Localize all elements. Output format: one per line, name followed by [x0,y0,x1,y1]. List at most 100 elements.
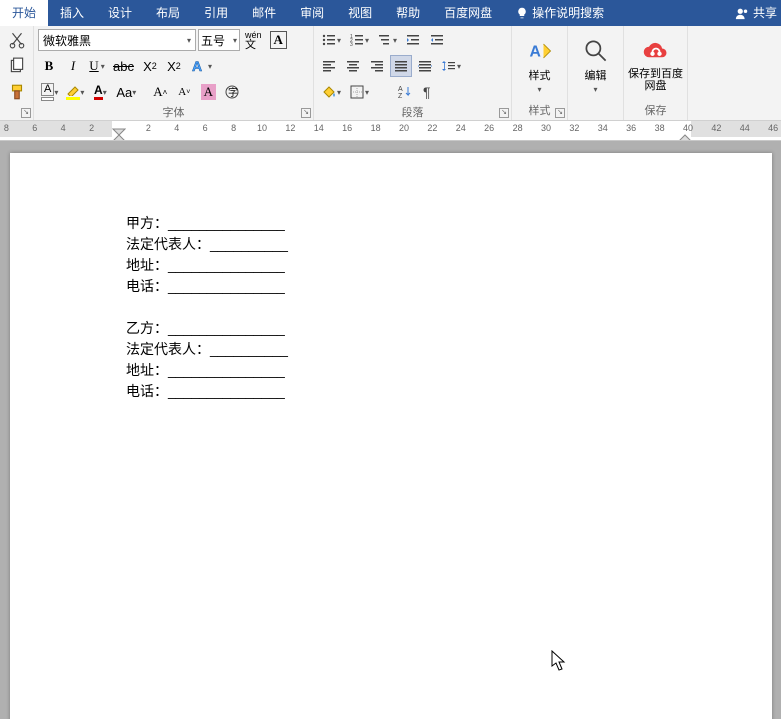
tab-home[interactable]: 开始 [0,0,48,26]
line-spacing-button[interactable]: ▾ [438,55,464,77]
align-left-button[interactable] [318,55,340,77]
svg-text:Z: Z [398,93,403,100]
group-save: 保存到百度网盘 保存 [624,26,688,120]
text-highlight-color-button[interactable]: ▾ [63,81,87,103]
paint-bucket-icon [321,85,337,99]
tab-mailings[interactable]: 邮件 [240,0,288,26]
show-marks-button[interactable]: ¶ [418,81,440,103]
tab-tellme[interactable]: 操作说明搜索 [504,0,616,26]
character-border-button[interactable]: A [267,29,290,51]
group-styles: A 样式 ▾ 样式 [512,26,568,120]
styles-dialog-launcher[interactable] [555,108,565,118]
highlight-button[interactable]: A▾ [38,81,61,103]
group-paragraph: ▾ 123▾ ▾ ▾ ▾ ▾ A [314,26,512,120]
baidu-cloud-icon [642,38,670,66]
tab-view[interactable]: 视图 [336,0,384,26]
group-font: 微软雅黑▾ 五号▾ wén文 A B I U▾ abc X2 X2 A▾ [34,26,314,120]
save-to-baidu-button[interactable]: 保存到百度网盘 [628,28,683,102]
ribbon-tabs: 开始 插入 设计 布局 引用 邮件 审阅 视图 帮助 百度网盘 操作说明搜索 共… [0,0,781,26]
text-effects-icon: A [190,57,208,75]
doc-line-rep-b: 法定代表人：__________ [126,339,772,360]
highlighter-icon [66,85,80,96]
superscript-button[interactable]: X2 [163,55,185,77]
ribbon: 微软雅黑▾ 五号▾ wén文 A B I U▾ abc X2 X2 A▾ [0,26,781,121]
bold-button[interactable]: B [38,55,60,77]
group-label-styles: 样式 [512,104,567,120]
doc-line-addr-a: 地址：_______________ [126,255,772,276]
font-color-button[interactable]: A▾ [89,81,111,103]
first-line-indent-marker[interactable] [112,128,126,141]
numbering-button[interactable]: 123▾ [346,29,372,51]
pilcrow-icon: ¶ [421,84,437,100]
group-clipboard [0,26,34,120]
tab-references[interactable]: 引用 [192,0,240,26]
sort-button[interactable]: AZ [394,81,416,103]
group-label-save: 保存 [624,104,687,120]
align-justify-button[interactable] [390,55,412,77]
doc-line-addr-b: 地址：_______________ [126,360,772,381]
copy-button[interactable] [5,54,29,78]
text-effects-button[interactable]: A▾ [187,55,215,77]
doc-line-phone-a: 电话：_______________ [126,276,772,297]
cut-button[interactable] [5,28,29,52]
group-label-paragraph: 段落 [314,106,511,120]
font-name-combo[interactable]: 微软雅黑▾ [38,29,196,51]
align-right-button[interactable] [366,55,388,77]
styles-icon: A [526,37,554,65]
borders-button[interactable]: ▾ [346,81,372,103]
tab-design[interactable]: 设计 [96,0,144,26]
subscript-button[interactable]: X2 [139,55,161,77]
shrink-font-button[interactable]: A˅ [173,81,195,103]
svg-text:A: A [398,86,403,93]
font-dialog-launcher[interactable] [301,108,311,118]
doc-line-rep-a: 法定代表人：__________ [126,234,772,255]
svg-text:A: A [192,58,202,74]
document-area: 甲方：_______________ 法定代表人：__________ 地址：_… [0,141,781,719]
svg-text:A: A [529,43,540,60]
find-icon [582,37,610,65]
decrease-indent-button[interactable] [402,29,424,51]
tab-review[interactable]: 审阅 [288,0,336,26]
share-icon [735,6,749,20]
shading-button[interactable]: ▾ [318,81,344,103]
tab-baidu[interactable]: 百度网盘 [432,0,504,26]
bullets-button[interactable]: ▾ [318,29,344,51]
styles-button[interactable]: A 样式 ▾ [516,28,563,102]
multilevel-list-button[interactable]: ▾ [374,29,400,51]
border-icon [349,84,365,100]
increase-indent-button[interactable] [426,29,448,51]
format-painter-button[interactable] [5,80,29,104]
underline-button[interactable]: U▾ [86,55,108,77]
tab-insert[interactable]: 插入 [48,0,96,26]
tab-help[interactable]: 帮助 [384,0,432,26]
svg-text:3: 3 [350,42,353,48]
doc-line-party-a: 甲方：_______________ [126,213,772,234]
enclose-characters-button[interactable]: 字 [221,81,243,103]
sort-icon: AZ [397,84,413,100]
align-distributed-button[interactable] [414,55,436,77]
doc-line-phone-b: 电话：_______________ [126,381,772,402]
phonetic-guide-button[interactable]: wén文 [242,29,265,51]
tab-share[interactable]: 共享 [723,0,781,26]
italic-button[interactable]: I [62,55,84,77]
grow-font-button[interactable]: A˄ [149,81,171,103]
clear-formatting-button[interactable]: A [197,81,219,103]
clipboard-dialog-launcher[interactable] [21,108,31,118]
horizontal-ruler[interactable]: 8642246810121416182022242628303234363840… [0,121,781,141]
group-editing: 编辑 ▾ [568,26,624,120]
editing-button[interactable]: 编辑 ▾ [572,28,619,102]
group-label-clipboard [0,106,33,120]
doc-line-party-b: 乙方：_______________ [126,318,772,339]
change-case-button[interactable]: Aa▾ [113,81,139,103]
svg-text:字: 字 [228,86,238,99]
enclose-icon: 字 [224,84,240,100]
tab-layout[interactable]: 布局 [144,0,192,26]
lightbulb-icon [516,7,528,19]
group-label-font: 字体 [34,106,313,120]
document-page[interactable]: 甲方：_______________ 法定代表人：__________ 地址：_… [10,153,772,719]
right-indent-marker[interactable] [678,128,692,141]
strikethrough-button[interactable]: abc [110,55,137,77]
paragraph-dialog-launcher[interactable] [499,108,509,118]
font-size-combo[interactable]: 五号▾ [198,29,240,51]
align-center-button[interactable] [342,55,364,77]
